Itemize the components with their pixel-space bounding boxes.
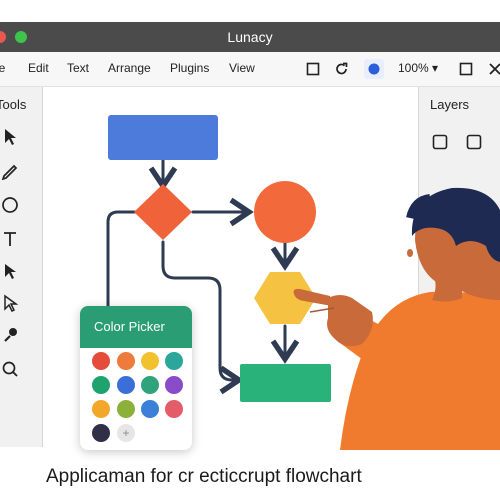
caption-text: Applicaman for cr ecticcrupt flowchart xyxy=(46,466,362,487)
person-illustration xyxy=(293,187,500,450)
